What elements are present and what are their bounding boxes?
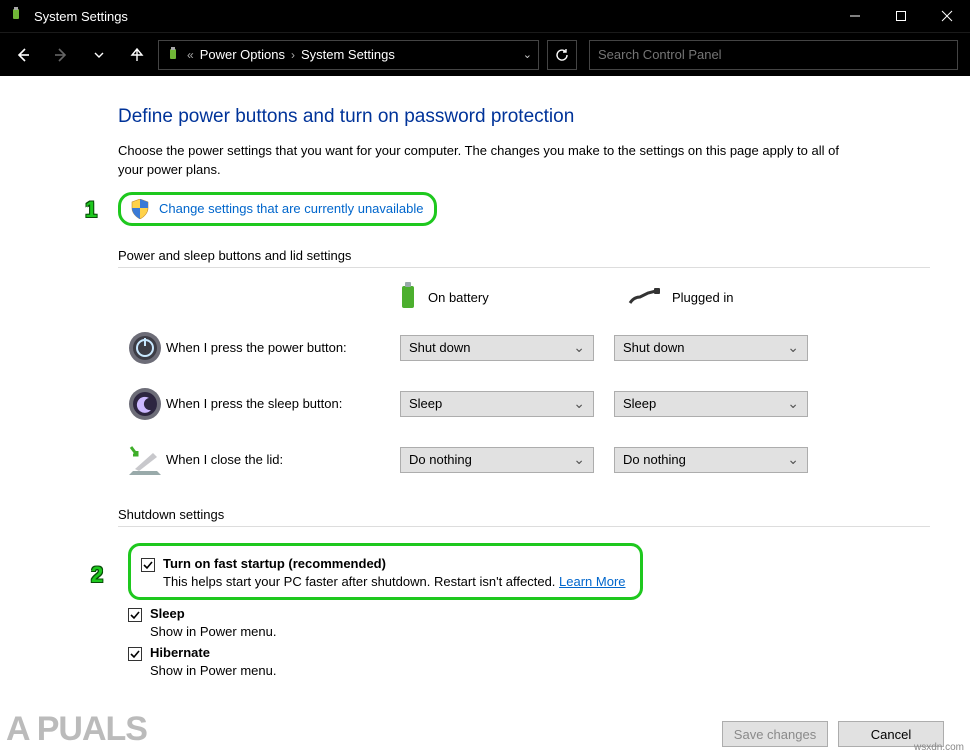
power-options-icon xyxy=(165,47,181,63)
sleep-button-battery-combo[interactable]: Sleep xyxy=(400,391,594,417)
footer-buttons: Save changes Cancel xyxy=(722,721,944,747)
learn-more-link[interactable]: Learn More xyxy=(559,574,625,589)
fast-startup-highlight: 2 Turn on fast startup (recommended) Thi… xyxy=(128,543,643,600)
change-settings-highlight: 1 Change settings that are currently una… xyxy=(118,192,437,226)
back-button[interactable] xyxy=(6,38,40,72)
sleep-button-plugged-combo[interactable]: Sleep xyxy=(614,391,808,417)
group-title: Shutdown settings xyxy=(118,507,930,526)
up-button[interactable] xyxy=(120,38,154,72)
divider xyxy=(118,267,930,268)
breadcrumb-item[interactable]: System Settings xyxy=(301,47,395,62)
annotation-1: 1 xyxy=(85,197,97,223)
lid-label: When I close the lid: xyxy=(166,452,400,467)
power-options-icon xyxy=(8,7,26,25)
laptop-lid-icon xyxy=(124,439,166,481)
power-sleep-lid-group: Power and sleep buttons and lid settings… xyxy=(118,248,930,481)
search-box[interactable] xyxy=(589,40,958,70)
credit: wsxdn.com xyxy=(914,742,964,753)
fast-startup-checkbox[interactable] xyxy=(141,558,155,572)
lid-battery-combo[interactable]: Do nothing xyxy=(400,447,594,473)
navbar: « Power Options › System Settings ⌄ xyxy=(0,32,970,76)
plug-icon xyxy=(628,285,662,310)
col-battery-label: On battery xyxy=(428,290,489,305)
maximize-button[interactable] xyxy=(878,0,924,32)
sleep-desc: Show in Power menu. xyxy=(150,624,930,639)
uac-shield-icon xyxy=(131,199,149,219)
sleep-checkbox[interactable] xyxy=(128,608,142,622)
sleep-button-row: When I press the sleep button: Sleep Sle… xyxy=(118,383,930,425)
save-changes-button[interactable]: Save changes xyxy=(722,721,828,747)
divider xyxy=(118,526,930,527)
power-button-row: When I press the power button: Shut down… xyxy=(118,327,930,369)
power-button-label: When I press the power button: xyxy=(166,340,400,355)
power-button-battery-combo[interactable]: Shut down xyxy=(400,335,594,361)
shutdown-settings-group: Shutdown settings 2 Turn on fast startup… xyxy=(118,507,930,678)
breadcrumb[interactable]: « Power Options › System Settings ⌄ xyxy=(158,40,539,70)
annotation-2: 2 xyxy=(91,562,103,588)
minimize-button[interactable] xyxy=(832,0,878,32)
power-button-plugged-combo[interactable]: Shut down xyxy=(614,335,808,361)
breadcrumb-sep-icon: « xyxy=(187,48,194,62)
power-button-icon xyxy=(124,327,166,369)
recent-dropdown[interactable] xyxy=(82,38,116,72)
sleep-button-label: When I press the sleep button: xyxy=(166,396,400,411)
sleep-button-icon xyxy=(124,383,166,425)
lid-plugged-combo[interactable]: Do nothing xyxy=(614,447,808,473)
change-settings-link[interactable]: Change settings that are currently unava… xyxy=(159,201,424,216)
battery-icon xyxy=(398,280,418,315)
close-button[interactable] xyxy=(924,0,970,32)
chevron-down-icon[interactable]: ⌄ xyxy=(523,48,532,61)
search-input[interactable] xyxy=(590,47,957,62)
hibernate-label: Hibernate xyxy=(150,645,210,660)
watermark: A PUALS xyxy=(6,710,147,749)
column-headers: On battery Plugged in xyxy=(398,280,930,315)
forward-button[interactable] xyxy=(44,38,78,72)
fast-startup-desc: This helps start your PC faster after sh… xyxy=(163,574,559,589)
hibernate-checkbox[interactable] xyxy=(128,647,142,661)
refresh-button[interactable] xyxy=(547,40,577,70)
page-description: Choose the power settings that you want … xyxy=(118,142,858,180)
page-title: Define power buttons and turn on passwor… xyxy=(118,106,930,128)
chevron-right-icon: › xyxy=(291,48,295,62)
sleep-label: Sleep xyxy=(150,606,185,621)
titlebar: System Settings xyxy=(0,0,970,32)
lid-row: When I close the lid: Do nothing Do noth… xyxy=(118,439,930,481)
breadcrumb-item[interactable]: Power Options xyxy=(200,47,285,62)
content: Define power buttons and turn on passwor… xyxy=(0,76,970,678)
window-title: System Settings xyxy=(34,9,832,24)
hibernate-desc: Show in Power menu. xyxy=(150,663,930,678)
fast-startup-label: Turn on fast startup (recommended) xyxy=(163,556,386,571)
group-title: Power and sleep buttons and lid settings xyxy=(118,248,930,267)
col-plugged-label: Plugged in xyxy=(672,290,733,305)
